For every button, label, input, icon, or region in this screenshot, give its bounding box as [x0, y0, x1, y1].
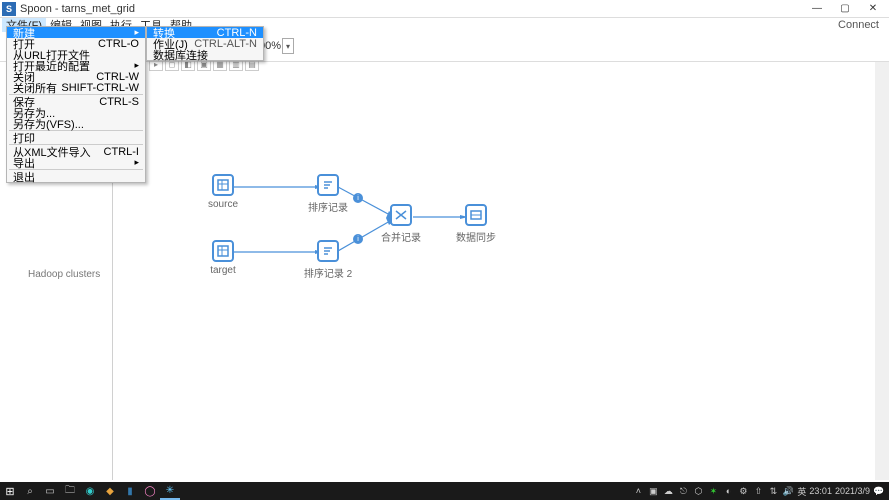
submenu-arrow-icon: ▸: [134, 157, 139, 168]
search-icon[interactable]: ⌕: [20, 482, 40, 500]
canvas[interactable]: i i source target 排序记录 排序记录 2 合并记录: [113, 62, 889, 480]
tray-icon[interactable]: ☁: [662, 486, 674, 497]
connect-button[interactable]: Connect: [830, 19, 887, 31]
step-sync[interactable]: 数据同步: [451, 204, 501, 244]
distribute-badge: i: [353, 193, 363, 203]
new-submenu: 转换CTRL-N 作业(J)CTRL-ALT-N 数据库连接: [146, 26, 264, 61]
app-icon[interactable]: ▮: [120, 482, 140, 500]
tray-time[interactable]: 23:01: [809, 486, 832, 496]
titlebar: S Spoon - tarns_met_grid — ▢ ✕: [0, 0, 889, 18]
tray-icon[interactable]: ⬡: [692, 486, 704, 497]
step-label: source: [208, 199, 238, 210]
menuitem-export[interactable]: 导出▸: [7, 157, 145, 168]
step-label: 数据同步: [456, 229, 496, 244]
spoon-taskbar-icon[interactable]: ✳: [160, 482, 180, 500]
tray-icon[interactable]: ⎋: [677, 486, 689, 497]
step-label: 排序记录: [308, 199, 348, 214]
tray-notifications-icon[interactable]: 💬: [873, 486, 885, 497]
step-source[interactable]: source: [198, 174, 248, 210]
tray-icon[interactable]: ▣: [647, 486, 659, 497]
menuitem-print[interactable]: 打印: [7, 132, 145, 143]
tray-icon[interactable]: ◐: [722, 486, 734, 496]
tray-chevron-icon[interactable]: ˄: [632, 486, 644, 496]
windows-taskbar: ⊞ ⌕ ▭ 🗀 ◉ ◆ ▮ ◯ ✳ ˄ ▣ ☁ ⎋ ⬡ ✶ ◐ ⚙ ⇧ ⇅ 🔊 …: [0, 482, 889, 500]
tray-volume-icon[interactable]: 🔊: [782, 486, 794, 497]
app-icon: S: [2, 2, 16, 16]
task-view-icon[interactable]: ▭: [40, 482, 60, 500]
step-sort2[interactable]: 排序记录 2: [303, 240, 353, 280]
submenu-arrow-icon: ▸: [134, 60, 139, 71]
app-icon[interactable]: ◯: [140, 482, 160, 500]
submenu-arrow-icon: ▸: [134, 27, 139, 38]
app-icon[interactable]: ◆: [100, 482, 120, 500]
tray-date[interactable]: 2021/3/9: [835, 486, 870, 496]
menuitem-save-vfs[interactable]: 另存为(VFS)...: [7, 118, 145, 129]
step-sort1[interactable]: 排序记录: [303, 174, 353, 214]
sort-icon: [321, 178, 335, 192]
tray-network-icon[interactable]: ⇅: [767, 486, 779, 497]
menuitem-exit[interactable]: 退出: [7, 171, 145, 182]
tray-lang[interactable]: 英: [797, 485, 806, 498]
vscrollbar[interactable]: [875, 62, 889, 480]
close-button[interactable]: ✕: [859, 1, 887, 17]
sort-icon: [321, 244, 335, 258]
tray-wechat-icon[interactable]: ✶: [707, 486, 719, 497]
distribute-badge: i: [353, 234, 363, 244]
tray-icon[interactable]: ⚙: [737, 486, 749, 497]
minimize-button[interactable]: —: [803, 1, 831, 17]
file-explorer-icon[interactable]: 🗀: [60, 482, 80, 500]
menuitem-close-all[interactable]: 关闭所有SHIFT-CTRL-W: [7, 82, 145, 93]
system-tray: ˄ ▣ ☁ ⎋ ⬡ ✶ ◐ ⚙ ⇧ ⇅ 🔊 英 23:01 2021/3/9 💬: [628, 485, 889, 498]
window-title: Spoon - tarns_met_grid: [20, 3, 135, 15]
start-button[interactable]: ⊞: [0, 482, 20, 500]
sync-icon: [469, 208, 483, 222]
table-input-icon: [216, 178, 230, 192]
step-label: target: [210, 265, 236, 276]
tree-item-hadoop[interactable]: Hadoop clusters: [28, 269, 100, 280]
step-label: 合并记录: [381, 229, 421, 244]
edge-icon[interactable]: ◉: [80, 482, 100, 500]
maximize-button[interactable]: ▢: [831, 1, 859, 17]
tray-upload-icon[interactable]: ⇧: [752, 486, 764, 497]
zoom-dropdown-icon[interactable]: ▾: [282, 38, 294, 54]
step-target[interactable]: target: [198, 240, 248, 276]
menuitem-new-dbconn[interactable]: 数据库连接: [147, 49, 263, 60]
merge-icon: [394, 208, 408, 222]
step-merge[interactable]: 合并记录: [376, 204, 426, 244]
step-label: 排序记录 2: [304, 265, 352, 280]
table-input-icon: [216, 244, 230, 258]
file-dropdown: 新建 ▸ 打开CTRL-O 从URL打开文件 打开最近的配置▸ 关闭CTRL-W…: [6, 26, 146, 183]
